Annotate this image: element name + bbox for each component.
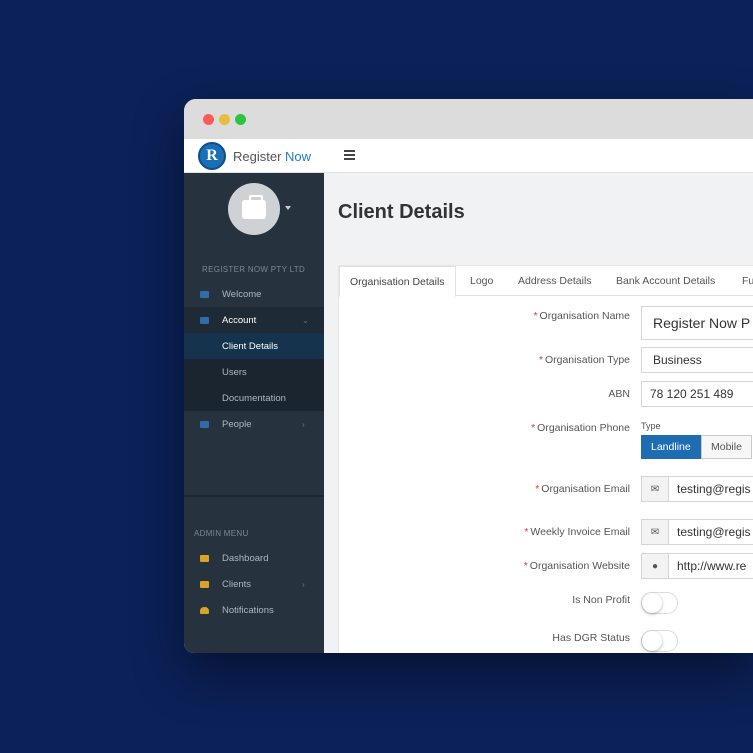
sidebar-item-clients[interactable]: Clients › — [184, 571, 324, 597]
org-type-label: * Organisation Type — [538, 354, 630, 366]
landline-option[interactable]: Landline — [641, 435, 701, 459]
sidebar-item-users[interactable]: Users — [184, 359, 324, 385]
sidebar-item-people[interactable]: People › — [184, 411, 324, 437]
details-card: Organisation Details Logo Address Detail… — [338, 265, 753, 653]
chevron-down-icon[interactable] — [285, 206, 291, 210]
org-phone-label: * Organisation Phone — [531, 422, 630, 434]
org-email-label: * Organisation Email — [535, 483, 630, 495]
chevron-right-icon: › — [302, 579, 305, 589]
abn-label: ABN — [608, 388, 630, 400]
tab-bank-account-details[interactable]: Bank Account Details — [616, 266, 715, 296]
admin-menu-label: ADMIN MENU — [194, 529, 249, 538]
sidebar-item-documentation[interactable]: Documentation — [184, 385, 324, 411]
invoice-email-input[interactable]: testing@regis — [668, 519, 753, 545]
avatar[interactable] — [228, 183, 280, 235]
org-name-input[interactable]: Register Now P — [641, 306, 753, 340]
users-icon — [200, 580, 209, 588]
dashboard-icon — [200, 554, 209, 562]
tab-more[interactable]: Fu — [742, 266, 753, 296]
website-label: * Organisation Website — [523, 560, 630, 572]
company-label: REGISTER NOW PTY LTD — [202, 265, 306, 274]
logo-text: Register Now — [233, 148, 312, 164]
sidebar-item-client-details[interactable]: Client Details — [184, 333, 324, 359]
globe-icon: ● — [641, 553, 669, 579]
logo-mark-icon: R — [198, 142, 226, 170]
abn-input[interactable]: 78 120 251 489 — [641, 381, 753, 407]
bell-icon — [200, 606, 209, 614]
org-email-input[interactable]: testing@regis — [668, 476, 753, 502]
org-name-label: * Organisation Name — [533, 310, 630, 322]
non-profit-label: Is Non Profit — [572, 594, 630, 606]
mobile-option[interactable]: Mobile — [701, 435, 752, 459]
app-logo[interactable]: R Register Now — [198, 141, 311, 171]
tab-logo[interactable]: Logo — [470, 266, 493, 296]
main-content: Client Details Organisation Details Logo… — [324, 173, 753, 653]
menu-toggle-icon[interactable] — [344, 150, 355, 160]
tab-organisation-details[interactable]: Organisation Details — [339, 266, 456, 297]
maximize-window-button[interactable] — [235, 114, 246, 125]
dgr-status-label: Has DGR Status — [552, 632, 630, 644]
chevron-right-icon: › — [302, 419, 305, 429]
chevron-down-icon: ⌄ — [302, 315, 309, 325]
window-titlebar — [184, 99, 753, 139]
non-profit-toggle[interactable] — [641, 592, 678, 614]
sidebar-item-account[interactable]: Account ⌄ — [184, 307, 324, 333]
sidebar-item-notifications[interactable]: Notifications — [184, 597, 324, 623]
tab-bar: Organisation Details Logo Address Detail… — [339, 266, 753, 297]
org-type-select[interactable]: Business — [641, 347, 753, 373]
page-title: Client Details — [338, 201, 465, 223]
dgr-status-toggle[interactable] — [641, 630, 678, 652]
sidebar-item-welcome[interactable]: Welcome — [184, 281, 324, 307]
close-window-button[interactable] — [203, 114, 214, 125]
phone-type-label: Type — [641, 421, 661, 431]
tab-address-details[interactable]: Address Details — [518, 266, 592, 296]
sidebar-divider — [184, 495, 324, 497]
minimize-window-button[interactable] — [219, 114, 230, 125]
briefcase-icon — [200, 316, 209, 324]
invoice-email-label: * Weekly Invoice Email — [524, 526, 630, 538]
envelope-icon: ✉ — [641, 519, 669, 545]
users-icon — [200, 420, 209, 428]
website-input[interactable]: http://www.re — [668, 553, 753, 579]
envelope-icon: ✉ — [641, 476, 669, 502]
sidebar: REGISTER NOW PTY LTD Welcome Account ⌄ C… — [184, 173, 324, 653]
app-header: R Register Now — [184, 139, 753, 173]
browser-window: R Register Now REGISTER NOW PTY LTD Welc… — [184, 99, 753, 653]
home-icon — [200, 290, 209, 298]
briefcase-icon — [242, 194, 266, 219]
sidebar-item-dashboard[interactable]: Dashboard — [184, 545, 324, 571]
